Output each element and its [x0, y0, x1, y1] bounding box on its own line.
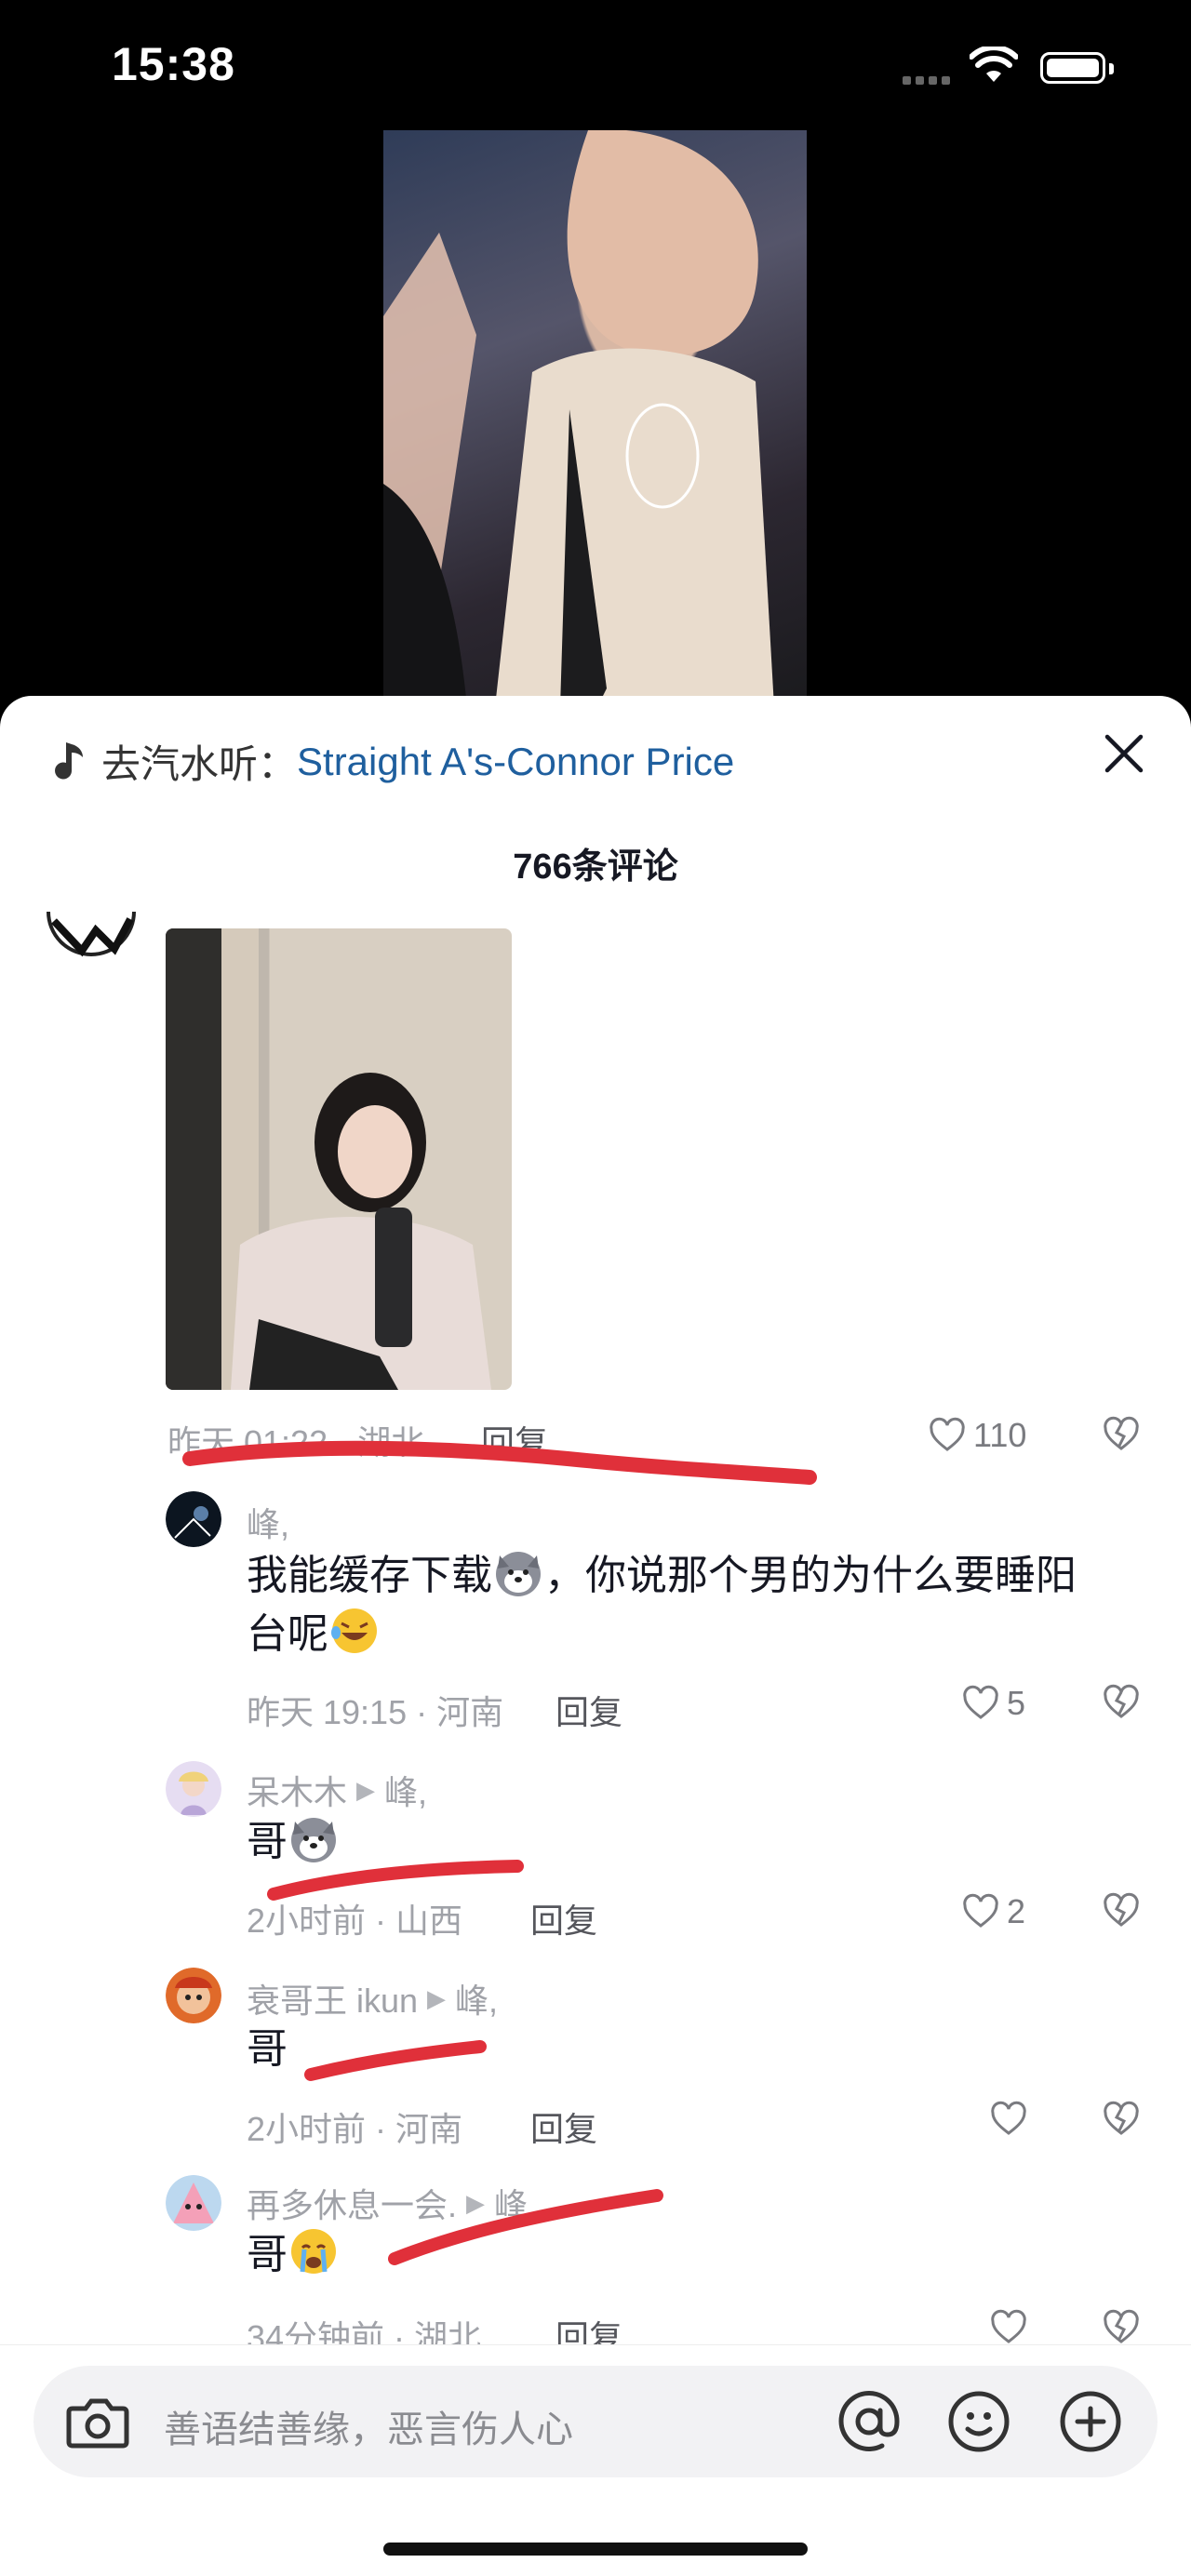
avatar[interactable]: [45, 912, 138, 958]
like-button[interactable]: [990, 2101, 1035, 2138]
avatar[interactable]: [166, 1761, 221, 1817]
like-button[interactable]: 2: [962, 1892, 1025, 1931]
reply-arrow-icon: ▶: [466, 2188, 486, 2217]
comment-input-bar: 善语结善缘，恶言伤人心: [0, 2344, 1191, 2576]
reply-button[interactable]: 回复: [530, 1894, 597, 1942]
wifi-icon: [970, 47, 1018, 82]
camera-icon[interactable]: [65, 2394, 130, 2449]
like-count: 2: [1007, 1892, 1026, 1930]
music-link[interactable]: 去汽水听： Straight A's-Connor Price: [51, 733, 734, 790]
husky-emoji-icon: [291, 1818, 336, 1862]
reply-arrow-icon: ▶: [356, 1775, 376, 1804]
comment-username[interactable]: 呆木木 ▶ 峰,: [247, 1766, 427, 1814]
reply-button[interactable]: 回复: [530, 2102, 597, 2151]
heart-icon: [991, 2309, 1026, 2343]
like-count: 110: [973, 1416, 1027, 1454]
at-icon[interactable]: [836, 2388, 903, 2455]
reply-button[interactable]: 回复: [481, 1416, 548, 1464]
avatar[interactable]: [166, 2175, 221, 2231]
video-player[interactable]: [383, 130, 807, 707]
emoji-icon[interactable]: [947, 2390, 1010, 2453]
broken-heart-icon[interactable]: [1103, 1684, 1140, 1721]
red-scribble-annotation: [304, 2040, 487, 2081]
reply-arrow-icon: ▶: [427, 1983, 447, 2012]
heart-icon: [930, 1417, 965, 1451]
comment-sheet: 去汽水听： Straight A's-Connor Price 766条评论 昨…: [0, 696, 1191, 2576]
crying-emoji-icon: [291, 2229, 336, 2274]
comment-username[interactable]: 衰哥王 ikun ▶ 峰,: [247, 1974, 498, 2022]
battery-icon: [1040, 52, 1114, 84]
home-indicator[interactable]: [383, 2543, 808, 2556]
broken-heart-icon[interactable]: [1103, 1892, 1140, 1929]
video-frame-image: [383, 130, 774, 707]
like-button[interactable]: [990, 2309, 1035, 2346]
husky-emoji-icon: [496, 1552, 541, 1596]
music-note-icon: [55, 741, 83, 779]
comment-input[interactable]: 善语结善缘，恶言伤人心: [33, 2366, 1158, 2477]
broken-heart-icon[interactable]: [1103, 2309, 1140, 2346]
comment-meta: 昨天 01:22 · 湖北: [167, 1423, 425, 1462]
comment-text: 哥: [247, 2026, 288, 2072]
music-prefix: 去汽水听：: [101, 742, 298, 786]
close-icon[interactable]: [1098, 727, 1150, 780]
music-song-title[interactable]: Straight A's-Connor Price: [297, 740, 734, 784]
avatar[interactable]: [166, 1968, 221, 2023]
avatar[interactable]: [166, 1491, 221, 1547]
heart-icon: [991, 2101, 1026, 2135]
status-time: 15:38: [112, 38, 235, 90]
comment-placeholder: 善语结善缘，恶言伤人心: [164, 2409, 573, 2450]
like-count: 5: [1007, 1684, 1026, 1722]
like-button[interactable]: 5: [962, 1684, 1025, 1723]
comment-image[interactable]: [166, 928, 512, 1390]
comment-meta: 2小时前 · 山西: [247, 1902, 463, 1940]
comment-text: 哥: [247, 1812, 340, 1871]
status-bar: 15:38: [0, 0, 1191, 130]
comment-meta: 昨天 19:15 · 河南: [247, 1693, 504, 1731]
comment-username[interactable]: 再多休息一会. ▶ 峰,: [247, 2179, 537, 2227]
comment-count: 766条评论: [513, 848, 678, 887]
comment-meta: 2小时前 · 河南: [247, 2110, 463, 2148]
heart-icon: [963, 1685, 998, 1719]
comment-text: 我能缓存下载 ，你说那个男的为什么要睡阳 台呢: [247, 1546, 1140, 1663]
cellular-signal-icon: [903, 73, 955, 89]
laughing-emoji-icon: [331, 1608, 377, 1653]
plus-icon[interactable]: [1059, 2390, 1122, 2453]
reply-button[interactable]: 回复: [555, 1686, 622, 1734]
heart-icon: [963, 1893, 998, 1928]
comment-username[interactable]: 峰,: [247, 1498, 289, 1546]
broken-heart-icon[interactable]: [1103, 1416, 1140, 1453]
comment-text: 哥: [247, 2225, 340, 2284]
like-button[interactable]: 110: [929, 1416, 1026, 1455]
broken-heart-icon[interactable]: [1103, 2101, 1140, 2138]
